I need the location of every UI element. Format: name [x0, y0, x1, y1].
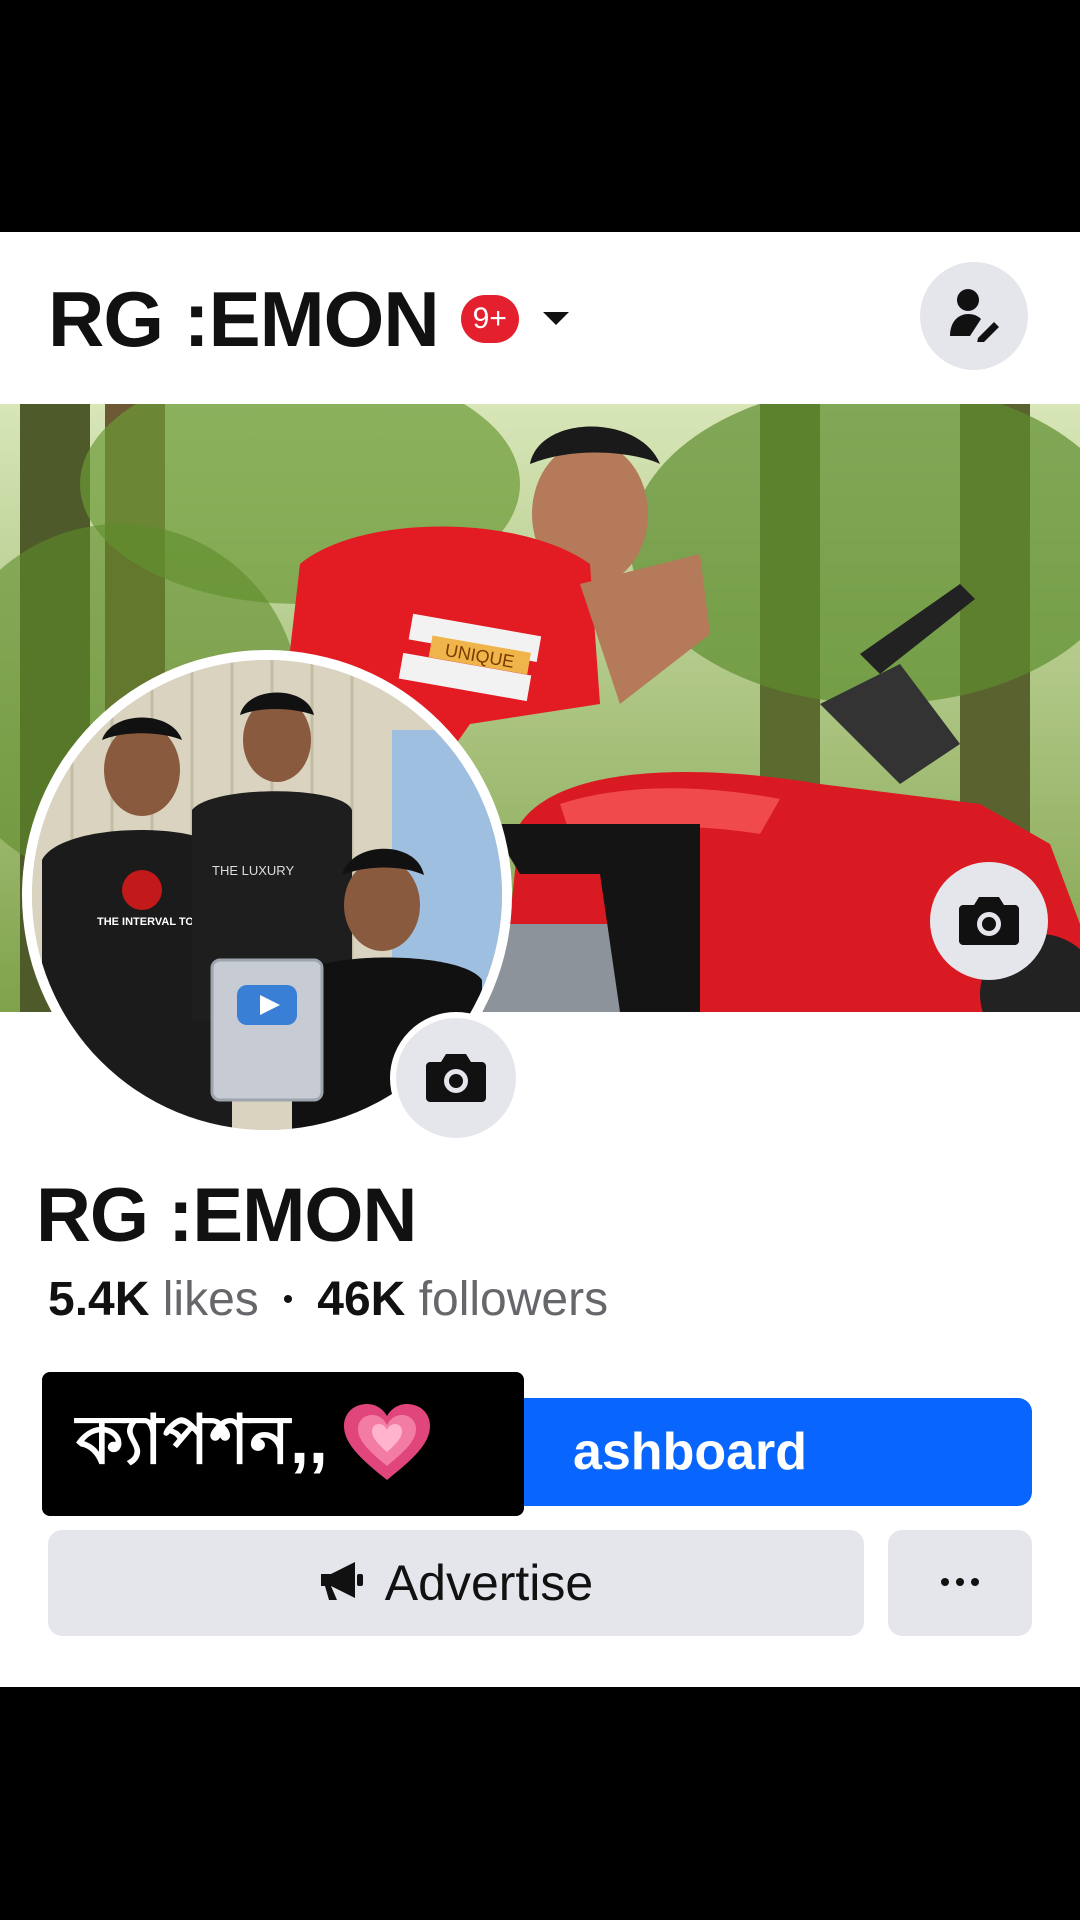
likes-count: 5.4K	[48, 1273, 150, 1326]
stats-separator: •	[282, 1282, 294, 1316]
dashboard-label: ashboard	[572, 1423, 808, 1481]
page-stats: 5.4K likes • 46K followers	[48, 1272, 608, 1327]
likes-stat[interactable]: 5.4K likes	[48, 1272, 259, 1327]
profile-shirt-text-2: THE LUXURY	[212, 863, 294, 878]
followers-stat[interactable]: 46K followers	[317, 1272, 608, 1327]
camera-icon	[959, 893, 1019, 950]
advertise-button[interactable]: Advertise	[48, 1530, 864, 1636]
more-horizontal-icon	[940, 1574, 980, 1592]
cover-camera-button[interactable]	[930, 862, 1048, 980]
megaphone-icon	[319, 1554, 365, 1612]
caption-overlay: ক্যাপশন,,	[42, 1372, 524, 1516]
page-switcher[interactable]: RG :EMON 9+	[48, 274, 573, 364]
heart-icon	[342, 1402, 432, 1487]
caption-text: ক্যাপশন,,	[76, 1402, 328, 1478]
followers-count: 46K	[317, 1273, 406, 1326]
more-options-button[interactable]	[888, 1530, 1032, 1636]
profile-switch-button[interactable]	[920, 262, 1028, 370]
likes-label: likes	[162, 1273, 259, 1326]
advertise-label: Advertise	[384, 1555, 594, 1611]
profile-camera-button[interactable]	[390, 1012, 522, 1144]
followers-label: followers	[418, 1273, 609, 1326]
page-name: RG :EMON	[36, 1173, 417, 1258]
person-edit-icon	[948, 286, 1000, 347]
page-profile-card: RG :EMON 9+ UNIQUE THE INTERVAL TOURS TH…	[0, 232, 1080, 1687]
header-page-name: RG :EMON	[48, 274, 440, 363]
caret-down-icon[interactable]	[539, 302, 573, 336]
camera-icon	[426, 1050, 486, 1107]
notification-badge: 9+	[460, 295, 519, 343]
